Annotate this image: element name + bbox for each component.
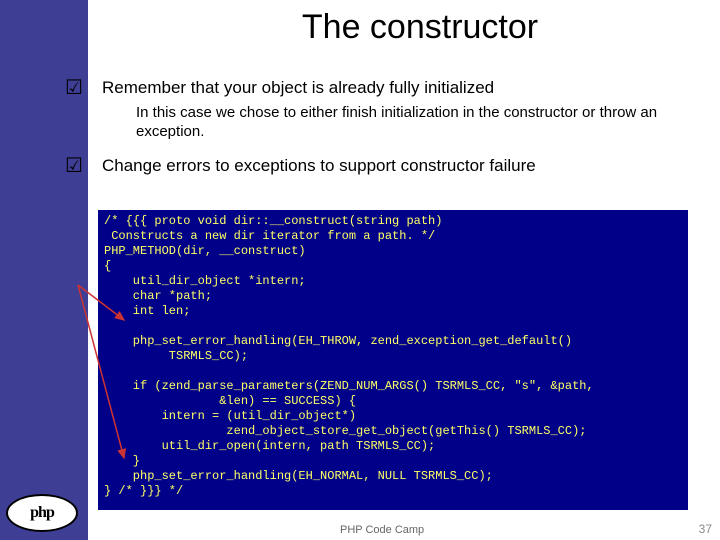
slide-title: The constructor xyxy=(150,8,690,47)
slide: The constructor ☑ Remember that your obj… xyxy=(0,0,720,540)
code-block: /* {{{ proto void dir::__construct(strin… xyxy=(98,210,688,510)
bullet-2: ☑ Change errors to exceptions to support… xyxy=(60,156,536,176)
checkmark-icon: ☑ xyxy=(60,156,88,176)
bullet-1-sub: In this case we chose to either finish i… xyxy=(136,104,666,142)
php-logo: php xyxy=(6,494,82,534)
page-number: 37 xyxy=(699,522,712,536)
bullet-1: ☑ Remember that your object is already f… xyxy=(60,78,494,98)
footer-text: PHP Code Camp xyxy=(340,524,424,536)
bullet-1-text: Remember that your object is already ful… xyxy=(102,78,494,98)
checkmark-icon: ☑ xyxy=(60,78,88,98)
bullet-2-text: Change errors to exceptions to support c… xyxy=(102,156,536,176)
main-area: The constructor ☑ Remember that your obj… xyxy=(0,0,720,540)
logo-text: php xyxy=(6,494,78,532)
